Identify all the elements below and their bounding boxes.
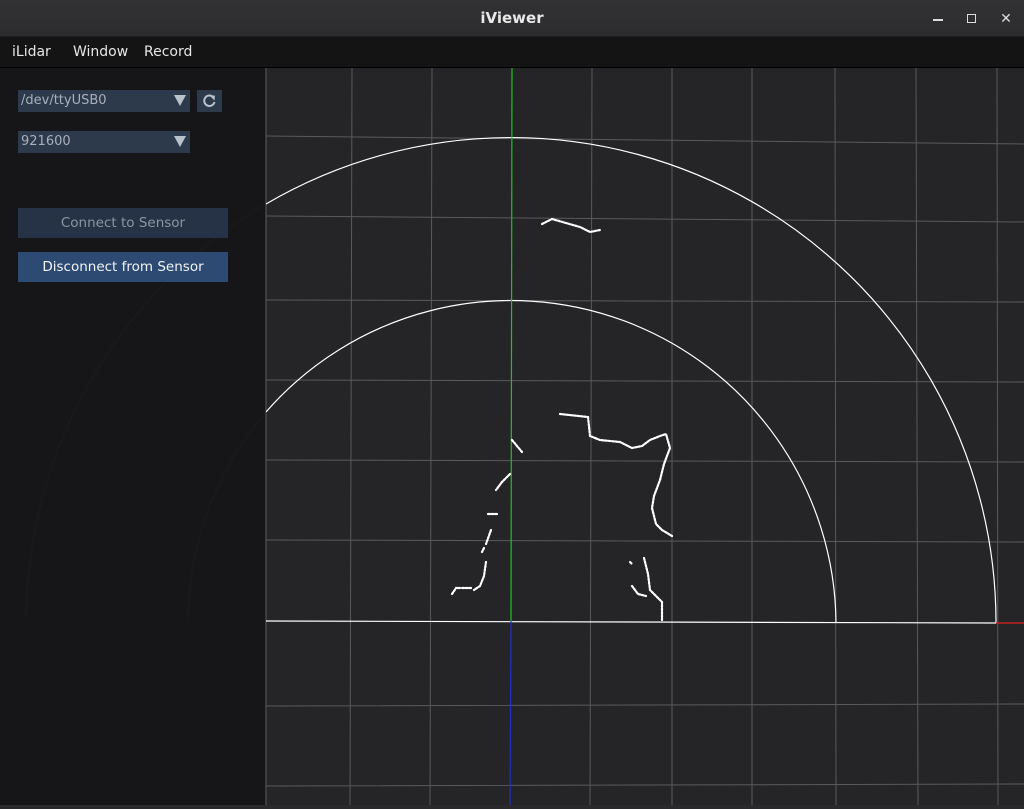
refresh-icon xyxy=(203,94,216,107)
menu-record[interactable]: Record xyxy=(144,37,192,68)
menu-ilidar[interactable]: iLidar xyxy=(12,37,51,68)
chevron-down-icon[interactable] xyxy=(174,136,186,147)
port-select[interactable]: /dev/ttyUSB0 xyxy=(18,90,190,112)
baseline xyxy=(265,620,997,624)
port-select-value: /dev/ttyUSB0 xyxy=(21,93,107,108)
close-icon: ✕ xyxy=(1000,11,1012,27)
z-axis xyxy=(509,620,512,806)
connect-button[interactable]: Connect to Sensor xyxy=(18,208,228,238)
grid xyxy=(265,67,1024,806)
point-cloud xyxy=(450,217,674,622)
title-bar: iViewer ✕ xyxy=(0,0,1024,37)
refresh-button[interactable] xyxy=(197,90,222,112)
minimize-icon xyxy=(933,19,943,21)
menu-bar: iLidar Window Record xyxy=(0,37,1024,68)
baud-select-value: 921600 xyxy=(21,134,71,149)
chevron-down-icon[interactable] xyxy=(174,95,186,106)
minimize-button[interactable] xyxy=(927,8,949,30)
app-window: /dev/ttyUSB0 921600 Connect to Sensor Di… xyxy=(0,0,1024,806)
window-title: iViewer xyxy=(480,9,544,27)
menu-window[interactable]: Window xyxy=(73,37,128,68)
sidebar-panel: /dev/ttyUSB0 921600 Connect to Sensor Di… xyxy=(0,68,266,805)
close-button[interactable]: ✕ xyxy=(995,8,1017,30)
disconnect-button[interactable]: Disconnect from Sensor xyxy=(18,252,228,282)
y-axis xyxy=(510,67,513,622)
baud-select[interactable]: 921600 xyxy=(18,131,190,153)
maximize-icon xyxy=(967,14,976,23)
maximize-button[interactable] xyxy=(960,8,982,30)
